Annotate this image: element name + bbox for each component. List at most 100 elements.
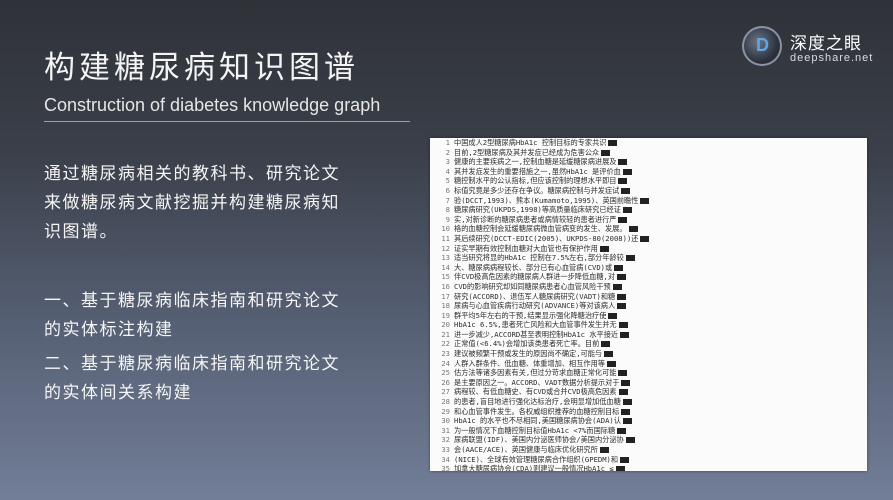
paragraph-mark-icon [618,178,628,185]
line-text: 实,对新诊断的糖尿病患者或病情较轻的患者进行严 [454,214,617,224]
line-number: 26 [441,377,450,387]
paragraph-mark-icon [617,274,627,281]
document-line: 16 CVD的影响研究却如同糖尿病患者心血管风险干预 [430,282,867,292]
line-text: CVD的影响研究却如同糖尿病患者心血管风险干预 [454,281,611,291]
line-text: 糖尿病研究(UKPDS,1998)等高质量临床研究已经证 [454,205,621,215]
line-number: 17 [441,291,450,301]
document-screenshot: 1 中国成人2型糖尿病HbA1c 控制目标的专家共识 2 目前,2型糖尿病及其并发症已… [430,138,867,471]
document-line: 6 标值究竟是多少还存在争议。糖尿病控制与并发症试 [430,186,867,196]
line-text: 其后续研究(DCCT-EDIC(2005)、UKPDS-80(2008))还 [454,233,639,243]
line-text: 尿病与心血管疾病行动研究(ADVANCE)等对该病人 [454,301,616,311]
line-text: 健康的主要疾病之一,控制血糖是延缓糖尿病进展及 [454,157,617,167]
slide-subtitle: Construction of diabetes knowledge graph [44,95,381,115]
line-text: 适当研究将显的HbA1c 控制在7.5%左右,部分年龄较 [454,253,624,263]
paragraph-mark-icon [617,427,627,434]
line-text: 其并发症发生的重要措施之一,虽然HbA1c 是评价血 [454,166,621,176]
line-number: 29 [441,406,450,416]
document-line: 29 和心血管事件发生。各权威组织推荐的血糖控制目标 [430,407,867,417]
line-text: 是主要原因之一。ACCORD、VADT数据分析提示对于 [454,377,620,387]
paragraph-mark-icon [604,351,614,358]
paragraph-mark-icon [620,456,630,463]
paragraph-mark-icon [618,159,628,166]
line-number: 7 [445,195,450,205]
document-line: 15 伴CVD极高危因素的糖尿病人群进一步降低血糖,对 [430,272,867,282]
line-number: 12 [441,243,450,253]
document-line: 9 实,对新诊断的糖尿病患者或病情较轻的患者进行严 [430,215,867,225]
paragraph-mark-icon [621,408,631,415]
line-text: (NICE)、全球有效管理糖尿病合作组织(GPEDM)和 [454,454,619,464]
document-line: 27 病程较、有低血糖史、有CVD或合并CVD极高危因素 [430,387,867,397]
document-line: 33 会(AACE/ACE)、英国健康与临床优化研究所 [430,445,867,455]
line-number: 23 [441,349,450,359]
paragraph-mark-icon [599,245,609,252]
line-text: 中国成人2型糖尿病HbA1c 控制目标的专家共识 [454,138,607,147]
line-number: 32 [441,435,450,445]
document-line: 30 HbA1c 的水平也不尽相同,美国糖尿病协会(ADA)认 [430,416,867,426]
line-text: 大、糖尿病病程较长、部分已有心血管病(CVD)或 [454,262,613,272]
line-number: 10 [441,224,450,234]
document-line: 13 适当研究将显的HbA1c 控制在7.5%左右,部分年龄较 [430,253,867,263]
line-text: 进一步减少,ACCORD甚至表明控制HbA1c 水平接近 [454,329,619,339]
paragraph-mark-icon [606,360,616,367]
brand-name: 深度之眼 [790,34,862,54]
slide-title: 构建糖尿病知识图谱 [44,50,359,86]
line-text: 病程较、有低血糖史、有CVD或合并CVD极高危因素 [454,387,617,397]
point-one: 一、基于糖尿病临床指南和研究论文的实体标注构建 [44,291,340,340]
logo-letter: D [756,35,769,55]
paragraph-mark-icon [640,235,650,242]
point-two: 二、基于糖尿病临床指南和研究论文的实体间关系构建 [44,354,340,403]
deepshare-logo-icon: D [742,26,782,66]
line-text: 估方法等诸多因素有关,但过分苛求血糖正常化可能 [454,368,617,378]
paragraph-mark-icon [617,293,627,300]
document-line: 31 为一般情况下血糖控制目标值HbA1c <7%而国际糖 [430,426,867,436]
paragraph-mark-icon [620,331,630,338]
document-line: 20 HbA1c 6.5%,患者死亡风险和大血管事件发生并无 [430,320,867,330]
paragraph-mark-icon [601,341,611,348]
paragraph-mark-icon [622,399,632,406]
line-number: 1 [445,138,450,147]
line-number: 18 [441,301,450,311]
line-text: 建议被频繁干预或发生的原因尚不确定,可能与 [454,349,603,359]
paragraph-mark-icon [640,197,650,204]
line-text: 研究(ACCORD)、退伍军人糖尿病研究(VADT)和糖 [454,291,616,301]
paragraph-mark-icon [621,379,631,386]
line-text: 尿病联盟(IDF)、美国内分泌医师协会/美国内分泌协 [454,435,624,445]
line-text: 证实早期有效控制血糖对大血管也有保护作用 [454,243,598,253]
paragraph-mark-icon [618,322,628,329]
paragraph-mark-icon [614,264,624,271]
document-line: 18 尿病与心血管疾病行动研究(ADVANCE)等对该病人 [430,301,867,311]
document-line: 22 正常值(<6.4%)会增加该类患者死亡率。目前 [430,339,867,349]
line-number: 33 [441,445,450,454]
line-text: 标值究竟是多少还存在争议。糖尿病控制与并发症试 [454,185,620,195]
document-line: 8 糖尿病研究(UKPDS,1998)等高质量临床研究已经证 [430,205,867,215]
line-number: 21 [441,329,450,339]
document-line: 1 中国成人2型糖尿病HbA1c 控制目标的专家共识 [430,138,867,148]
title-divider [44,121,410,122]
document-line: 25 估方法等诸多因素有关,但过分苛求血糖正常化可能 [430,368,867,378]
document-line: 5 糖控制水平的公认指标,但应该控制的理想水平即目 [430,176,867,186]
line-number: 28 [441,397,450,407]
document-line: 21 进一步减少,ACCORD甚至表明控制HbA1c 水平接近 [430,330,867,340]
line-text: 目前,2型糖尿病及其并发症已经成为危害公众 [454,147,600,157]
paragraph-mark-icon [618,216,628,223]
paragraph-mark-icon [608,312,618,319]
line-number: 27 [441,387,450,397]
line-text: 正常值(<6.4%)会增加该类患者死亡率。目前 [454,339,600,349]
line-number: 30 [441,416,450,426]
line-text: 加拿大糖尿病协会(CDA)则建议一般情况HbA1c ≤ [454,464,614,471]
paragraph-mark-icon [628,226,638,233]
line-number: 4 [445,166,450,176]
document-line: 19 群平均5年左右的干预,结果显示强化降糖治疗使 [430,311,867,321]
line-text: 会(AACE/ACE)、英国健康与临床优化研究所 [454,445,598,454]
line-text: 为一般情况下血糖控制目标值HbA1c <7%而国际糖 [454,425,616,435]
document-line: 26 是主要原因之一。ACCORD、VADT数据分析提示对于 [430,378,867,388]
line-number: 5 [445,176,450,186]
document-line: 24 人群入群条件、低血糖、体重增加、相互作用等 [430,359,867,369]
line-number: 9 [445,214,450,224]
line-number: 3 [445,157,450,167]
paragraph-mark-icon [601,149,611,156]
line-text: 和心血管事件发生。各权威组织推荐的血糖控制目标 [454,406,620,416]
paragraph-mark-icon [618,370,628,377]
line-number: 15 [441,272,450,282]
line-number: 11 [441,233,450,243]
